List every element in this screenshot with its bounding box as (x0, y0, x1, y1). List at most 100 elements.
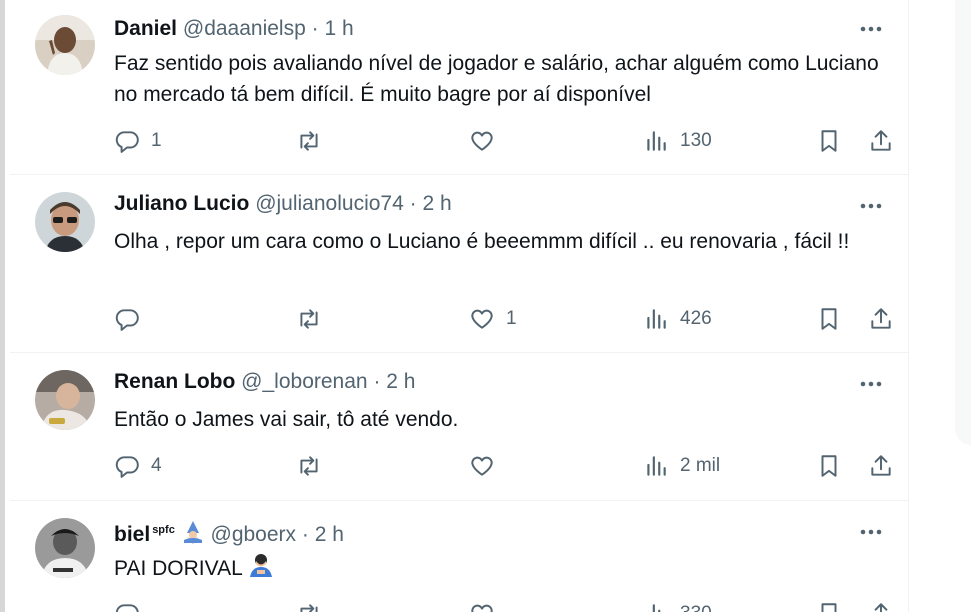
retweet-button[interactable] (296, 126, 333, 156)
retweet-button[interactable] (296, 599, 322, 612)
tweet-text: PAI DORIVAL (114, 557, 242, 580)
separator: · (301, 523, 309, 546)
share-icon (871, 130, 891, 151)
bookmark-icon (821, 308, 837, 330)
author-name[interactable]: biel (114, 523, 150, 546)
like-button[interactable] (469, 126, 506, 156)
tweet-text: Olha , repor um cara como o Luciano é be… (114, 230, 850, 253)
timestamp[interactable]: 2 h (422, 192, 451, 215)
like-button[interactable] (469, 599, 495, 612)
bookmark-button[interactable] (816, 599, 842, 612)
avatar[interactable] (35, 192, 95, 252)
reply-button[interactable] (114, 599, 151, 612)
tweet-header: biel spfc @gboerx · 2 h (114, 517, 344, 551)
retweet-icon (300, 309, 318, 329)
author-name[interactable]: Daniel (114, 17, 177, 40)
tweet-header: Juliano Lucio @julianolucio74 · 2 h (114, 191, 452, 217)
reply-icon (115, 456, 139, 478)
bookmark-button[interactable] (816, 304, 842, 334)
views-button[interactable]: 330 (643, 599, 712, 612)
reply-icon (115, 131, 139, 153)
tweet-header: Daniel @daaanielsp · 1 h (114, 16, 354, 42)
retweet-button[interactable] (296, 304, 333, 334)
more-icon[interactable] (857, 519, 885, 545)
like-icon (471, 456, 493, 476)
share-icon (874, 603, 888, 612)
more-icon[interactable] (857, 16, 885, 42)
reply-icon (115, 309, 139, 331)
reply-button[interactable]: 1 (114, 126, 162, 156)
right-sidebar-panel (955, 0, 971, 445)
reply-button[interactable] (114, 304, 151, 334)
retweet-button[interactable] (296, 451, 333, 481)
tweet[interactable]: Renan Lobo @_loborenan · 2 h Então o Jam… (10, 353, 908, 501)
tweet-header: Renan Lobo @_loborenan · 2 h (114, 369, 415, 395)
bookmark-button[interactable] (816, 126, 842, 156)
tweet[interactable]: Juliano Lucio @julianolucio74 · 2 h Olha… (10, 175, 908, 353)
reply-icon (115, 604, 139, 612)
views-button[interactable]: 2 mil (643, 451, 720, 481)
views-count: 426 (680, 308, 712, 329)
views-button[interactable]: 426 (643, 304, 712, 334)
author-handle[interactable]: @daaanielsp (183, 17, 306, 40)
separator: · (373, 370, 381, 393)
tweet-text: Faz sentido pois avaliando nível de joga… (114, 52, 879, 106)
like-icon (471, 309, 493, 329)
views-icon (647, 309, 666, 329)
like-icon (471, 604, 493, 612)
avatar[interactable] (35, 15, 95, 75)
wizard-emoji-icon (181, 520, 205, 551)
separator: · (409, 192, 417, 215)
like-count: 1 (506, 308, 517, 329)
bookmark-icon (821, 455, 837, 477)
views-icon (647, 456, 666, 476)
tweet-text-wrap: PAI DORIVAL (114, 552, 884, 587)
reply-button[interactable]: 4 (114, 451, 162, 481)
author-handle[interactable]: @gboerx (211, 523, 297, 546)
timestamp[interactable]: 1 h (324, 17, 353, 40)
retweet-icon (300, 456, 318, 476)
bookmark-icon (821, 603, 837, 612)
tweet[interactable]: biel spfc @gboerx · 2 h PAI DORIVAL (10, 501, 908, 612)
timestamp[interactable]: 2 h (315, 523, 344, 546)
action-bar: 4 2 mil (114, 451, 894, 481)
views-button[interactable]: 130 (643, 126, 712, 156)
reply-count: 4 (151, 455, 162, 476)
action-bar: 330 (114, 599, 894, 612)
author-handle[interactable]: @_loborenan (241, 370, 367, 393)
timestamp[interactable]: 2 h (386, 370, 415, 393)
reply-count: 1 (151, 130, 162, 151)
action-bar: 1 130 (114, 126, 894, 156)
views-count: 2 mil (680, 455, 721, 476)
reply-feed: Daniel @daaanielsp · 1 h Faz sentido poi… (10, 0, 909, 612)
like-icon (471, 131, 493, 151)
action-bar: 1 426 (114, 304, 894, 334)
views-icon (647, 131, 666, 151)
like-button[interactable] (469, 451, 506, 481)
separator: · (311, 17, 319, 40)
share-button[interactable] (868, 126, 894, 156)
retweet-icon (300, 604, 318, 612)
share-button[interactable] (868, 304, 894, 334)
more-icon[interactable] (857, 193, 885, 219)
tweet[interactable]: Daniel @daaanielsp · 1 h Faz sentido poi… (10, 0, 908, 175)
more-icon[interactable] (857, 371, 885, 397)
author-name[interactable]: Juliano Lucio (114, 192, 249, 215)
share-icon (871, 308, 891, 329)
views-count: 130 (680, 130, 712, 151)
share-button[interactable] (868, 599, 894, 612)
tweet-text: Então o James vai sair, tô até vendo. (114, 408, 459, 431)
name-badge: spfc (152, 524, 175, 536)
person-bowing-emoji-icon (248, 552, 274, 587)
bookmark-button[interactable] (816, 451, 842, 481)
bookmark-icon (821, 130, 837, 152)
avatar[interactable] (35, 518, 95, 578)
retweet-icon (300, 131, 318, 151)
share-button[interactable] (868, 451, 894, 481)
left-scrollbar (0, 0, 5, 612)
author-name[interactable]: Renan Lobo (114, 370, 235, 393)
avatar[interactable] (35, 370, 95, 430)
views-icon (647, 604, 661, 612)
like-button[interactable]: 1 (469, 304, 517, 334)
author-handle[interactable]: @julianolucio74 (255, 192, 404, 215)
